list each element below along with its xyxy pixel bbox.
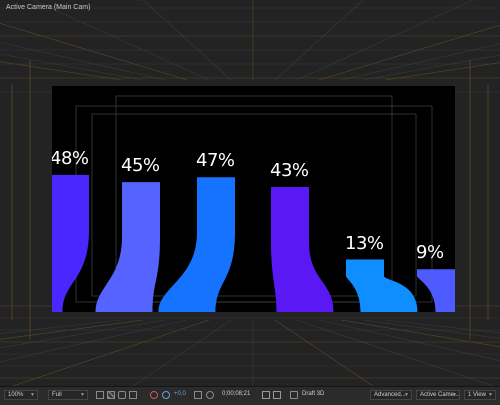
zoom-dropdown[interactable]: 100% ▼	[4, 390, 38, 400]
channel-icon[interactable]	[162, 391, 170, 399]
renderer-icon[interactable]	[290, 391, 298, 399]
chevron-down-icon: ▼	[404, 392, 409, 398]
zoom-value: 100%	[8, 392, 24, 398]
guide-line	[340, 43, 500, 81]
chevron-down-icon: ▼	[452, 392, 457, 398]
mask-icon[interactable]	[118, 391, 126, 399]
guide-line	[0, 42, 166, 81]
show-snapshot-icon[interactable]	[206, 391, 214, 399]
chevron-down-icon: ▼	[80, 392, 85, 398]
color-icon[interactable]	[150, 391, 158, 399]
guide-line	[0, 23, 188, 81]
snapshot-icon[interactable]	[194, 391, 202, 399]
chart-bar	[52, 174, 89, 312]
pixel-aspect-icon[interactable]	[273, 391, 281, 399]
renderer-options-value: Advanced...	[374, 392, 406, 398]
bar-value-label: 47%	[196, 150, 235, 172]
chevron-down-icon: ▼	[488, 392, 493, 398]
bar-chart	[52, 95, 455, 312]
guide-line	[296, 0, 474, 81]
resolution-dropdown[interactable]: Full ▼	[48, 390, 88, 400]
guide-line	[32, 0, 210, 81]
resolution-value: Full	[52, 392, 62, 398]
guide-line	[142, 0, 232, 81]
views-value: 1 View	[468, 392, 486, 398]
composition-frame: 48% 45% 47% 43% 13% 9%	[52, 86, 455, 312]
renderer-label[interactable]: Draft 3D	[302, 391, 324, 397]
guide-line	[0, 61, 122, 81]
region-icon[interactable]	[96, 391, 104, 399]
chart-bar	[271, 186, 334, 312]
chart-bar	[346, 259, 418, 312]
bar-value-label: 48%	[52, 147, 89, 169]
viewer-toolbar: 100% ▼ Full ▼ +0,0 0;00;08;21 Draft 3D A…	[0, 386, 500, 405]
bar-value-label: 43%	[270, 159, 309, 181]
plus-value[interactable]: +0,0	[174, 391, 186, 397]
timecode[interactable]: 0;00;08;21	[222, 391, 250, 397]
active-camera-label: Active Camera (Main Cam)	[6, 4, 91, 11]
bar-value-label: 45%	[121, 155, 160, 177]
renderer-options-dropdown[interactable]: Advanced... ▼	[370, 390, 412, 400]
grid-icon[interactable]	[262, 391, 270, 399]
chevron-down-icon: ▼	[30, 392, 35, 398]
composition-viewer[interactable]: Active Camera (Main Cam) 48% 45% 47% 43% 13%…	[0, 0, 500, 386]
views-dropdown[interactable]: 1 View ▼	[464, 390, 496, 400]
guide-line	[274, 0, 364, 81]
chart-bar	[95, 182, 160, 312]
camera-dropdown[interactable]: Active Came... ▼	[416, 390, 460, 400]
guide-line	[362, 54, 500, 81]
transparency-icon[interactable]	[107, 391, 115, 399]
bar-value-label: 9%	[416, 242, 444, 264]
bar-value-label: 13%	[345, 232, 384, 254]
safe-icon[interactable]	[129, 391, 137, 399]
chart-bar	[417, 269, 455, 312]
guide-line	[384, 62, 500, 81]
chart-bar	[158, 177, 235, 312]
guide-line	[318, 24, 500, 81]
